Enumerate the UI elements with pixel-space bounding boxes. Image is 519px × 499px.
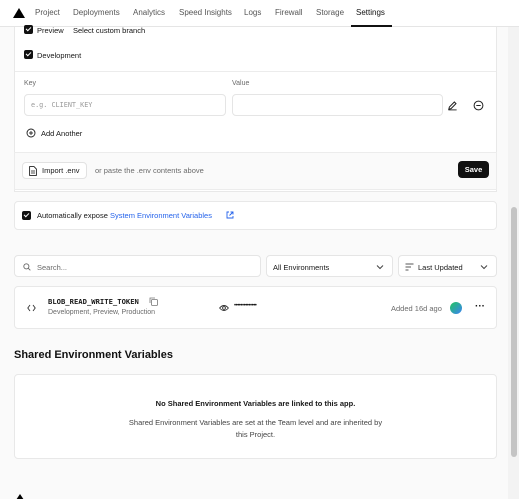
shared-empty-desc-1: Shared Environment Variables are set at … [128,418,383,427]
divider [15,71,496,72]
env-var-environments: Development, Preview, Production [48,309,155,316]
shared-empty-title: No Shared Environment Variables are link… [155,399,356,408]
file-icon [29,165,37,176]
sort-select[interactable]: Last Updated [398,255,497,277]
system-env-vars-link[interactable]: System Environment Variables [110,211,212,220]
tab-analytics[interactable]: Analytics [133,8,165,17]
footer-logo-icon [16,494,24,499]
key-input-placeholder: e.g. CLIENT_KEY [31,101,93,109]
key-input[interactable]: e.g. CLIENT_KEY [24,94,226,116]
code-icon [27,304,36,312]
env-var-value-masked: •••••••••••••• [234,303,257,309]
tab-logs[interactable]: Logs [244,8,261,17]
avatar [450,302,462,314]
env-var-row: BLOB_READ_WRITE_TOKEN Development, Previ… [14,286,497,329]
auto-expose-text: Automatically expose [37,211,108,220]
vercel-logo-icon[interactable] [13,8,25,18]
value-input[interactable] [232,94,443,116]
remove-icon[interactable] [470,97,486,113]
tab-firewall[interactable]: Firewall [275,8,303,17]
value-label: Value [232,80,250,87]
tab-project[interactable]: Project [35,8,60,17]
chevron-down-icon [480,265,488,270]
import-env-button[interactable]: Import .env [22,162,87,179]
top-nav: Project Deployments Analytics Speed Insi… [0,0,519,27]
chevron-down-icon [376,265,384,270]
more-options-icon[interactable]: ··· [475,301,485,312]
tab-speed-insights[interactable]: Speed Insights [179,8,232,17]
auto-expose-card: Automatically expose System Environment … [14,201,497,230]
key-label: Key [24,80,37,87]
footer-bar-partial [0,487,508,499]
add-another-button[interactable]: Add Another [26,128,82,138]
save-button[interactable]: Save [458,161,489,178]
preview-checkbox[interactable] [24,25,33,34]
shared-env-empty-card: No Shared Environment Variables are link… [14,374,497,459]
development-checkbox[interactable] [24,50,33,59]
search-input[interactable]: Search... [14,255,261,277]
tab-storage[interactable]: Storage [316,8,344,17]
import-env-label: Import .env [42,166,80,175]
import-hint: or paste the .env contents above [95,166,204,175]
plus-circle-icon [26,128,36,138]
env-form-footer: Import .env or paste the .env contents a… [14,152,497,190]
development-label: Development [37,51,82,60]
shared-env-heading: Shared Environment Variables [14,349,173,361]
search-placeholder: Search... [37,263,68,272]
auto-expose-checkbox[interactable] [22,211,31,220]
edit-icon[interactable] [444,97,460,113]
sort-select-value: Last Updated [418,263,463,272]
auto-expose-label: Automatically expose System Environment … [37,211,212,220]
add-another-label: Add Another [41,128,83,138]
environment-select-value: All Environments [273,263,330,272]
copy-icon[interactable] [149,297,158,306]
shared-empty-desc-2: this Project. [235,430,276,439]
tab-settings[interactable]: Settings [356,8,385,17]
select-custom-branch-link[interactable]: Select custom branch [73,26,145,35]
external-link-icon[interactable] [226,211,234,219]
tab-deployments[interactable]: Deployments [73,8,120,17]
sort-icon [405,263,414,271]
eye-icon[interactable] [219,304,229,312]
preview-label: Preview [37,26,64,35]
environment-select[interactable]: All Environments [266,255,393,277]
scrollbar-thumb[interactable] [511,207,517,457]
search-icon [23,263,31,271]
env-var-added: Added 16d ago [391,304,442,313]
env-var-name: BLOB_READ_WRITE_TOKEN [48,297,139,306]
